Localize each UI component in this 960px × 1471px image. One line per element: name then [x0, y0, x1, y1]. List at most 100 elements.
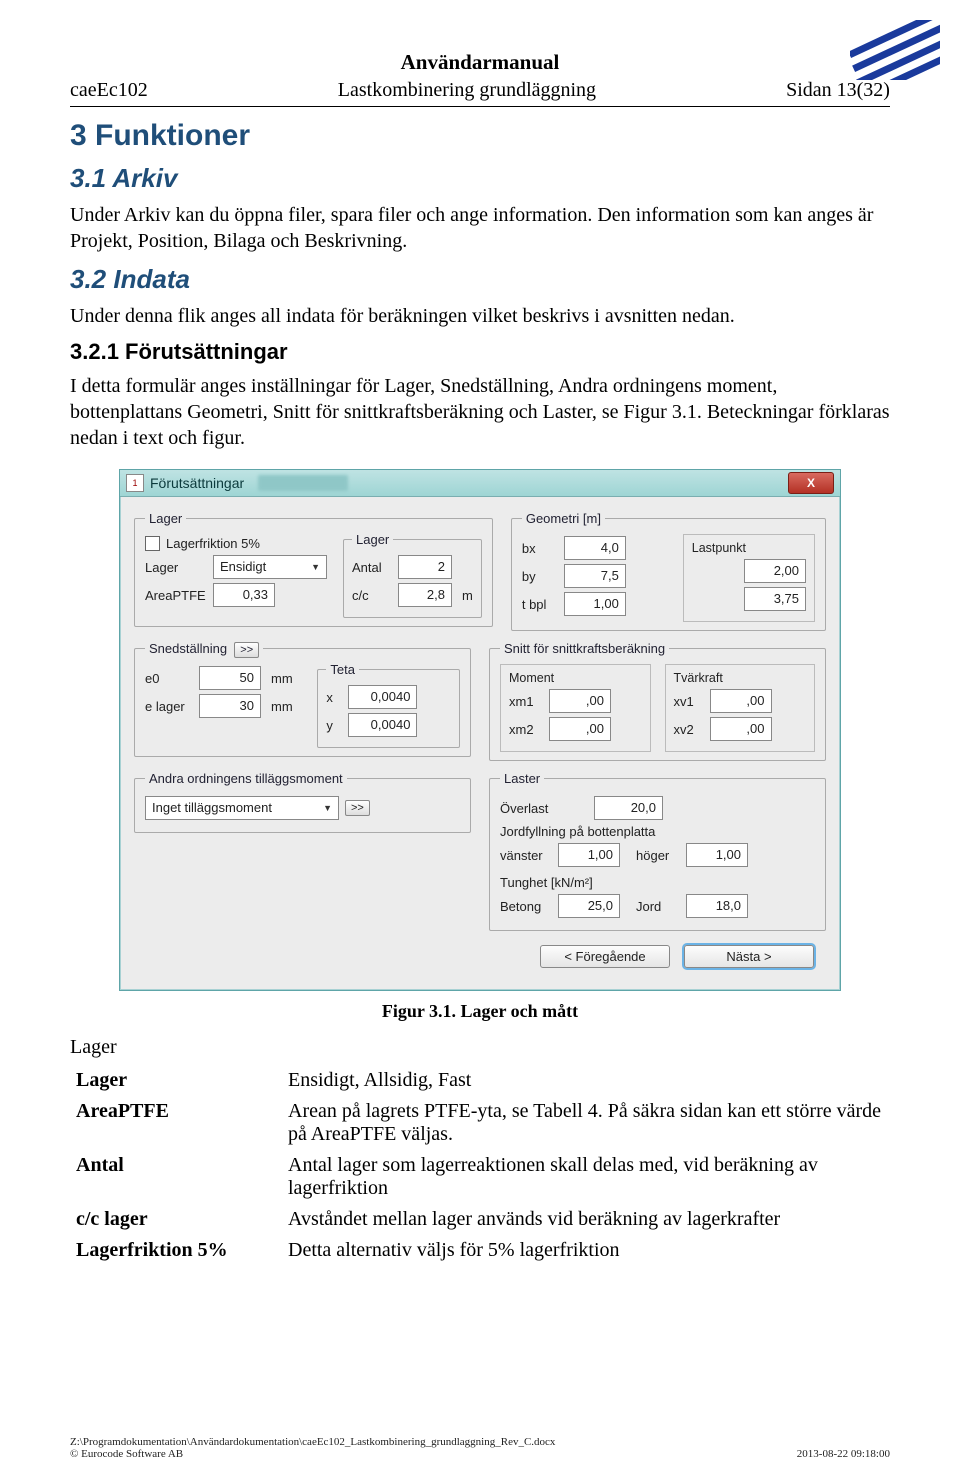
label-jord: Jord [636, 899, 680, 914]
unit-e0: mm [271, 671, 293, 686]
input-xm1[interactable]: ,00 [549, 689, 611, 713]
input-overlast[interactable]: 20,0 [594, 796, 663, 820]
label-xm1: xm1 [509, 694, 543, 709]
input-teta-x[interactable]: 0,0040 [348, 685, 417, 709]
label-jordfyllning: Jordfyllning på bottenplatta [500, 824, 815, 839]
def-lagerfriktion5: Detta alternativ väljs för 5% lagerfrikt… [282, 1235, 890, 1266]
label-antal: Antal [352, 560, 392, 575]
input-betong[interactable]: 25,0 [558, 894, 620, 918]
input-lastpunkt-2[interactable]: 3,75 [744, 587, 806, 611]
header-left: caeEc102 [70, 79, 148, 102]
input-tbpl[interactable]: 1,00 [564, 592, 626, 616]
table-row: AreaPTFE Arean på lagrets PTFE-yta, se Ta… [70, 1096, 890, 1150]
term-cclager: c/c lager [76, 1208, 148, 1230]
label-overlast: Överlast [500, 801, 588, 816]
input-teta-y[interactable]: 0,0040 [348, 713, 417, 737]
legend-lager-inner: Lager [352, 532, 393, 547]
term-antal: Antal [76, 1154, 124, 1176]
term-areaptfe: AreaPTFE [76, 1100, 169, 1122]
table-row: Lagerfriktion 5% Detta alternativ väljs f… [70, 1235, 890, 1266]
input-by[interactable]: 7,5 [564, 564, 626, 588]
term-lager: Lager [76, 1069, 127, 1091]
dialog-title: Förutsättningar [150, 475, 244, 491]
input-bx[interactable]: 4,0 [564, 536, 626, 560]
footer-path: Z:\Programdokumentation\Användardokument… [70, 1436, 555, 1448]
close-icon: X [807, 476, 815, 490]
combo-lager-value: Ensidigt [220, 558, 266, 576]
combo-lager[interactable]: Ensidigt ▼ [213, 555, 327, 579]
prev-button[interactable]: < Föregående [540, 945, 670, 968]
label-lagerfriktion5: Lagerfriktion 5% [166, 536, 260, 551]
legend-lager: Lager [145, 511, 186, 526]
legend-teta: Teta [326, 662, 359, 677]
def-antal: Antal lager som lagerreaktionen skall de… [282, 1150, 890, 1204]
group-snitt: Snitt för snittkraftsberäkning Moment xm… [489, 641, 826, 761]
label-xm2: xm2 [509, 722, 543, 737]
next-button[interactable]: Nästa > [684, 945, 814, 968]
defs-group-title: Lager [70, 1036, 890, 1059]
table-row: Antal Antal lager som lagerreaktionen ska… [70, 1150, 890, 1204]
group-lastpunkt: Lastpunkt 2,00 3,75 [683, 534, 815, 622]
blurred-text [258, 475, 348, 491]
legend-geometri: Geometri [m] [522, 511, 605, 526]
label-teta-x: x [326, 690, 342, 705]
legend-laster: Laster [500, 771, 544, 786]
expand-snedstallning-button[interactable]: >> [234, 642, 259, 658]
close-button[interactable]: X [788, 472, 834, 494]
input-elager[interactable]: 30 [199, 694, 261, 718]
label-tvarkraft: Tvärkraft [674, 671, 807, 685]
group-andra-ordningens: Andra ordningens tilläggsmoment Inget ti… [134, 771, 471, 833]
def-areaptfe: Arean på lagrets PTFE-yta, se Tabell 4. … [282, 1096, 890, 1150]
group-teta: Teta x0,0040 y0,0040 [317, 662, 460, 748]
group-lager-inner: Lager Antal 2 c/c 2,8 m [343, 532, 482, 618]
input-jord[interactable]: 18,0 [686, 894, 748, 918]
input-cc[interactable]: 2,8 [398, 583, 452, 607]
heading-forutsattningar: 3.2.1 Förutsättningar [70, 339, 890, 365]
legend-snedstallning-text: Snedställning [149, 641, 227, 656]
label-cc: c/c [352, 588, 392, 603]
label-moment: Moment [509, 671, 642, 685]
unit-elager: mm [271, 699, 293, 714]
label-by: by [522, 569, 558, 584]
footer-date: 2013-08-22 09:18:00 [797, 1448, 890, 1460]
header-right: Sidan 13(32) [786, 79, 890, 102]
definitions-table: LagerEnsidigt, Allsidig, Fast AreaPTFEAr… [70, 1065, 890, 1266]
combo-andra-value: Inget tilläggsmoment [152, 799, 272, 817]
titlebar: 1 Förutsättningar X [120, 470, 840, 497]
group-lager: Lager Lagerfriktion 5% Lager [134, 511, 493, 627]
expand-andra-button[interactable]: >> [345, 800, 370, 816]
heading-indata: 3.2 Indata [70, 264, 890, 295]
label-tunghet: Tunghet [kN/m²] [500, 875, 815, 890]
term-lagerfriktion5: Lagerfriktion 5% [76, 1239, 228, 1261]
page-footer: Z:\Programdokumentation\Användardokument… [70, 1436, 890, 1460]
chevron-down-icon: ▼ [323, 799, 332, 817]
checkbox-lagerfriktion[interactable] [145, 536, 160, 551]
combo-andra-ordningens[interactable]: Inget tilläggsmoment ▼ [145, 796, 339, 820]
figure-caption: Figur 3.1. Lager och mått [70, 1001, 890, 1022]
group-geometri: Geometri [m] bx4,0 by7,5 t bpl1,00 Lastp… [511, 511, 826, 631]
input-areaptfe[interactable]: 0,33 [213, 583, 275, 607]
input-lastpunkt-1[interactable]: 2,00 [744, 559, 806, 583]
legend-andra: Andra ordningens tilläggsmoment [145, 771, 347, 786]
footer-copyright: © Eurocode Software AB [70, 1448, 555, 1460]
input-xv1[interactable]: ,00 [710, 689, 772, 713]
app-icon: 1 [126, 474, 144, 492]
def-cclager: Avståndet mellan lager används vid beräk… [282, 1204, 890, 1235]
label-xv1: xv1 [674, 694, 704, 709]
header-center: Lastkombinering grundläggning [338, 79, 596, 102]
input-e0[interactable]: 50 [199, 666, 261, 690]
label-e0: e0 [145, 671, 193, 686]
input-antal[interactable]: 2 [398, 555, 452, 579]
legend-snedstallning: Snedställning >> [145, 641, 263, 656]
input-hoger[interactable]: 1,00 [686, 843, 748, 867]
doc-title: Användarmanual [70, 50, 890, 75]
input-vanster[interactable]: 1,00 [558, 843, 620, 867]
input-xm2[interactable]: ,00 [549, 717, 611, 741]
logo-stripes [850, 20, 940, 80]
label-areaptfe: AreaPTFE [145, 588, 207, 603]
dialog-forutsattningar: 1 Förutsättningar X Lager [119, 469, 841, 991]
heading-arkiv: 3.1 Arkiv [70, 163, 890, 194]
input-xv2[interactable]: ,00 [710, 717, 772, 741]
label-vanster: vänster [500, 848, 552, 863]
group-snedstallning: Snedställning >> e050mm e lager30mm [134, 641, 471, 757]
